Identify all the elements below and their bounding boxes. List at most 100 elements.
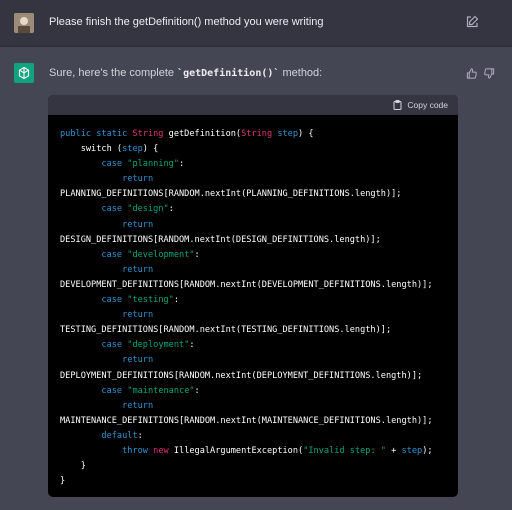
code-token: ) {: [298, 129, 314, 139]
code-token: case: [101, 385, 128, 396]
code-token: String: [241, 129, 278, 139]
code-token: case: [101, 340, 128, 351]
openai-logo-icon: [14, 63, 34, 83]
code-line: case "planning":: [60, 157, 446, 172]
intro-code: `getDefinition()`: [177, 68, 280, 79]
code-line: PLANNING_DEFINITIONS[RANDOM.nextInt(PLAN…: [60, 187, 446, 202]
code-token: +: [386, 445, 402, 456]
code-token: return: [122, 310, 154, 321]
code-token: DESIGN_DEFINITIONS[RANDOM.nextInt(DESIGN…: [60, 234, 381, 245]
code-line: DESIGN_DEFINITIONS[RANDOM.nextInt(DESIGN…: [60, 233, 446, 248]
intro-suffix: method:: [279, 67, 323, 79]
code-token: MAINTENANCE_DEFINITIONS[RANDOM.nextInt(M…: [60, 415, 433, 426]
intro-prefix: Sure, here's the complete: [49, 67, 178, 79]
code-token: :: [173, 295, 180, 306]
code-token: }: [60, 476, 66, 487]
code-token: case: [101, 159, 128, 170]
code-token: :: [179, 159, 185, 170]
copy-code-label: Copy code: [407, 100, 448, 110]
code-token: "design": [127, 204, 169, 215]
code-token: TESTING_DEFINITIONS[RANDOM.nextInt(TESTI…: [60, 325, 392, 336]
code-token: step: [401, 445, 423, 456]
code-token: case: [101, 295, 128, 306]
code-token: :: [194, 385, 200, 396]
user-message-row: Please finish the getDefinition() method…: [0, 0, 512, 47]
thumbs-down-icon[interactable]: [484, 66, 495, 79]
code-line: return: [60, 172, 446, 187]
code-token: "deployment": [127, 340, 190, 351]
code-block-header: Copy code: [48, 95, 458, 115]
code-token: case: [101, 204, 128, 215]
thumbs-up-icon[interactable]: [466, 66, 477, 79]
code-line: return: [60, 263, 446, 278]
code-line: DEPLOYMENT_DEFINITIONS[RANDOM.nextInt(DE…: [60, 369, 446, 384]
code-token: "Invalid step: ": [303, 445, 386, 456]
code-line: MAINTENANCE_DEFINITIONS[RANDOM.nextInt(M…: [60, 414, 446, 429]
code-token: new: [153, 445, 174, 456]
code-token: }: [60, 461, 86, 472]
copy-code-button[interactable]: Copy code: [393, 100, 448, 110]
code-line: case "design":: [60, 202, 446, 217]
code-token: return: [122, 174, 154, 185]
code-line: switch (step) {: [60, 142, 446, 157]
assistant-intro-text: Sure, here's the complete `getDefinition…: [49, 67, 322, 79]
code-token: PLANNING_DEFINITIONS[RANDOM.nextInt(PLAN…: [60, 189, 402, 200]
code-token: "planning": [127, 159, 180, 170]
code-line: case "maintenance":: [60, 384, 446, 399]
code-line: case "testing":: [60, 293, 446, 308]
code-token: return: [122, 219, 154, 230]
code-token: step: [277, 129, 299, 139]
code-token: public static: [60, 129, 133, 139]
code-token: DEPLOYMENT_DEFINITIONS[RANDOM.nextInt(DE…: [60, 370, 423, 381]
user-message-text: Please finish the getDefinition() method…: [49, 16, 324, 28]
code-line: DEVELOPMENT_DEFINITIONS[RANDOM.nextInt(D…: [60, 278, 446, 293]
code-token: IllegalArgumentException(: [173, 445, 304, 456]
assistant-message-row: Sure, here's the complete `getDefinition…: [0, 47, 512, 510]
code-token: ) {: [142, 144, 159, 155]
user-avatar: [14, 13, 34, 33]
code-token: :: [168, 204, 174, 215]
code-token: DEVELOPMENT_DEFINITIONS[RANDOM.nextInt(D…: [60, 279, 433, 290]
code-line: return: [60, 353, 446, 368]
code-token: getDefinition(: [168, 129, 242, 139]
code-token: case: [101, 249, 128, 260]
code-line: case "deployment":: [60, 338, 446, 353]
code-token: :: [194, 249, 200, 260]
code-token: return: [122, 400, 154, 411]
code-content: public static String getDefinition(Strin…: [48, 115, 458, 497]
code-token: "development": [127, 249, 195, 260]
code-token: :: [137, 430, 143, 441]
code-token: throw: [122, 445, 154, 456]
code-token: switch (: [60, 144, 123, 155]
code-line: return: [60, 308, 446, 323]
code-token: return: [122, 264, 154, 275]
code-line: throw new IllegalArgumentException("Inva…: [60, 444, 446, 459]
code-line: }: [60, 474, 446, 489]
clipboard-icon: [393, 100, 402, 110]
edit-icon[interactable]: [465, 15, 479, 29]
code-line: }: [60, 459, 446, 474]
code-token: "maintenance": [127, 385, 195, 396]
code-block: Copy code public static String getDefini…: [48, 95, 458, 497]
code-line: return: [60, 399, 446, 414]
code-line: default:: [60, 429, 446, 444]
code-line: TESTING_DEFINITIONS[RANDOM.nextInt(TESTI…: [60, 323, 446, 338]
code-token: :: [189, 340, 195, 351]
code-line: public static String getDefinition(Strin…: [60, 127, 446, 142]
code-line: return: [60, 218, 446, 233]
code-token: return: [122, 355, 154, 366]
code-token: default: [101, 430, 138, 441]
